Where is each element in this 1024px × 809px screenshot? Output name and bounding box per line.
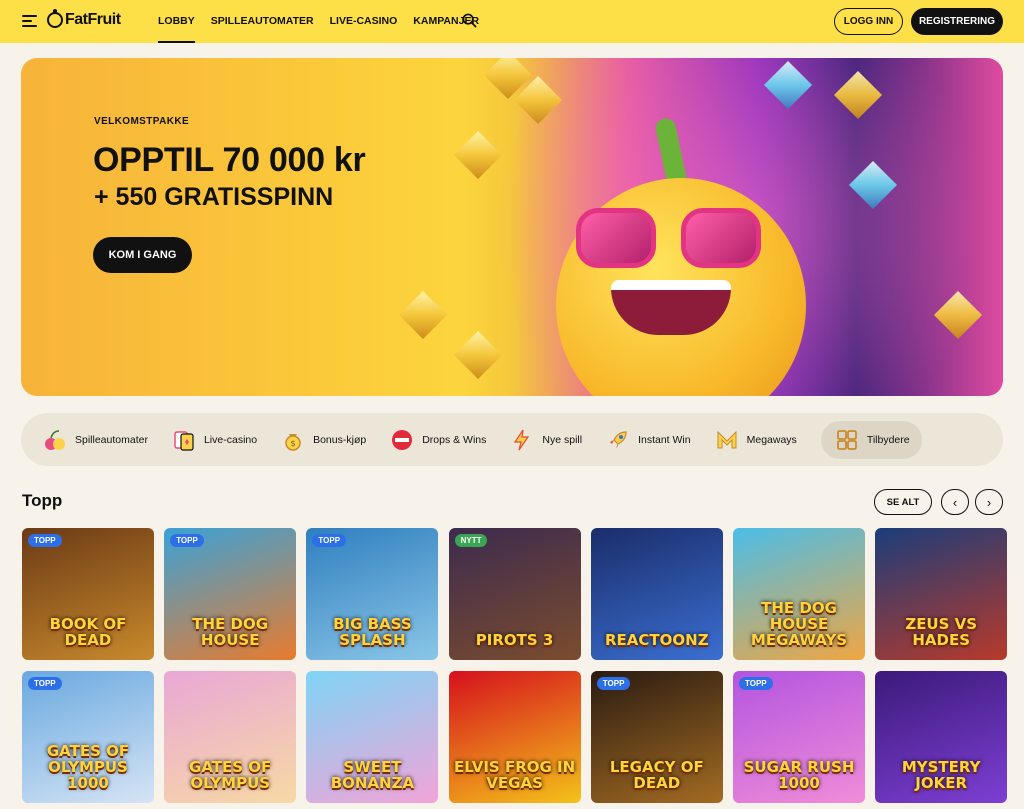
category-label: Nye spill [542, 433, 583, 446]
top-header: FatFruit LOBBY SPILLEAUTOMATER LIVE-CASI… [0, 0, 1024, 43]
game-title: Gates of Olympus 1000 [46, 742, 130, 792]
game-badge: TOPP [739, 677, 773, 690]
game-tile[interactable]: Elvis Frog in Vegas [448, 671, 581, 803]
game-tile[interactable]: Sweet Bonanza [306, 671, 439, 803]
category-label: Tilbydere [866, 433, 910, 446]
megaways-icon [717, 430, 737, 448]
game-badge: TOPP [28, 677, 62, 690]
category-spilleautomater[interactable]: Spilleautomater [43, 421, 148, 459]
brand-logo[interactable]: FatFruit [47, 9, 121, 29]
game-badge: TOPP [596, 677, 631, 690]
game-badge: TOPP [170, 534, 204, 547]
category-instant-win[interactable]: Instant Win [606, 421, 691, 459]
hero-eyebrow: VELKOMSTPAKKE [94, 116, 190, 127]
game-title: Sweet Bonanza [330, 758, 415, 792]
game-title: The Dog House [192, 615, 269, 649]
category-label: Instant Win [638, 433, 691, 446]
game-tile[interactable]: Gates of Olympus [164, 671, 297, 803]
game-title: Sugar Rush 1000 [743, 758, 855, 792]
hero-title: OPPTIL 70 000 kr [93, 141, 366, 179]
game-tile[interactable]: TOPP The Dog House [164, 528, 297, 660]
game-title: Gates of Olympus [189, 758, 272, 792]
game-tile[interactable]: TOPP Sugar Rush 1000 [733, 671, 865, 803]
category-label: Drops & Wins [422, 433, 487, 446]
game-tile[interactable]: TOPP Book of Dead [22, 528, 154, 660]
game-tile[interactable]: Zeus vs Hades [875, 528, 1008, 660]
game-badge: TOPP [312, 534, 347, 547]
hero-banner[interactable] [21, 58, 1003, 396]
section-title: Topp [22, 491, 63, 510]
drops-wins-icon [392, 429, 413, 450]
crystal-decoration [398, 290, 448, 340]
nav-live-casino[interactable]: LIVE-CASINO [330, 0, 398, 43]
next-arrow-button[interactable]: › [975, 489, 1003, 515]
category-label: Live-casino [203, 433, 258, 446]
category-bar: Spilleautomater Live-casino $ Bonus-kjøp… [21, 413, 1003, 466]
game-tile[interactable]: TOPP Big Bass Splash [306, 528, 439, 660]
game-title: Elvis Frog in Vegas [454, 758, 576, 792]
nav-lobby[interactable]: LOBBY [158, 0, 195, 43]
main-nav: LOBBY SPILLEAUTOMATER LIVE-CASINO KAMPAN… [158, 0, 495, 43]
rocket-icon [610, 430, 627, 448]
game-title: Mystery Joker [901, 758, 981, 792]
hero-cta-button[interactable]: KOM I GANG [93, 237, 192, 273]
category-bonus-kjop[interactable]: $ Bonus-kjøp [281, 421, 366, 459]
game-tile[interactable]: TOPP Gates of Olympus 1000 [22, 671, 154, 803]
category-nye-spill[interactable]: Nye spill [510, 421, 582, 459]
category-label: Megaways [746, 433, 797, 446]
logo-fruit-icon [47, 9, 63, 28]
category-label: Bonus-kjøp [313, 433, 367, 446]
category-tilbydere[interactable]: Tilbydere [820, 420, 922, 459]
game-title: Pirots 3 [475, 631, 554, 649]
chevron-left-icon: ‹ [952, 494, 958, 510]
game-title: The Dog House Megaways [750, 599, 848, 649]
game-tile[interactable]: Mystery Joker [875, 671, 1008, 803]
category-megaways[interactable]: Megaways [715, 421, 797, 459]
game-badge: NYTT [454, 534, 488, 547]
category-drops-wins[interactable]: Drops & Wins [390, 421, 486, 459]
see-all-button[interactable]: SE ALT [874, 489, 932, 515]
game-title: Book of Dead [49, 615, 127, 649]
money-bag-icon: $ [285, 433, 301, 451]
crystal-decoration [453, 330, 503, 380]
logo-text: FatFruit [65, 11, 121, 28]
game-tile[interactable]: TOPP Legacy of Dead [590, 671, 723, 803]
chevron-right-icon: › [986, 494, 992, 510]
prev-arrow-button[interactable]: ‹ [941, 489, 969, 515]
sunglasses [576, 208, 766, 273]
search-icon[interactable] [462, 13, 477, 28]
category-live-casino[interactable]: Live-casino [172, 421, 257, 459]
game-title: Big Bass Splash [333, 615, 412, 649]
game-tile[interactable]: The Dog House Megaways [733, 528, 865, 660]
hamburger-menu-icon[interactable] [22, 15, 37, 27]
nav-spilleautomater[interactable]: SPILLEAUTOMATER [211, 0, 314, 43]
game-title: Legacy of Dead [609, 758, 704, 792]
hero-subtitle: + 550 GRATISSPINN [94, 183, 334, 211]
cherry-icon [45, 429, 65, 450]
category-label: Spilleautomater [75, 433, 148, 446]
cards-icon [174, 430, 194, 451]
lightning-icon [514, 429, 530, 450]
game-title: Reactoonz [605, 631, 709, 649]
grid-icon [836, 429, 857, 450]
svg-text:$: $ [291, 439, 296, 448]
game-tile[interactable]: Reactoonz [590, 528, 723, 660]
game-badge: TOPP [28, 534, 62, 547]
game-tile[interactable]: NYTT Pirots 3 [448, 528, 581, 660]
login-button[interactable]: LOGG INN [834, 8, 903, 35]
register-button[interactable]: REGISTRERING [911, 8, 1003, 35]
game-title: Zeus vs Hades [905, 615, 978, 649]
